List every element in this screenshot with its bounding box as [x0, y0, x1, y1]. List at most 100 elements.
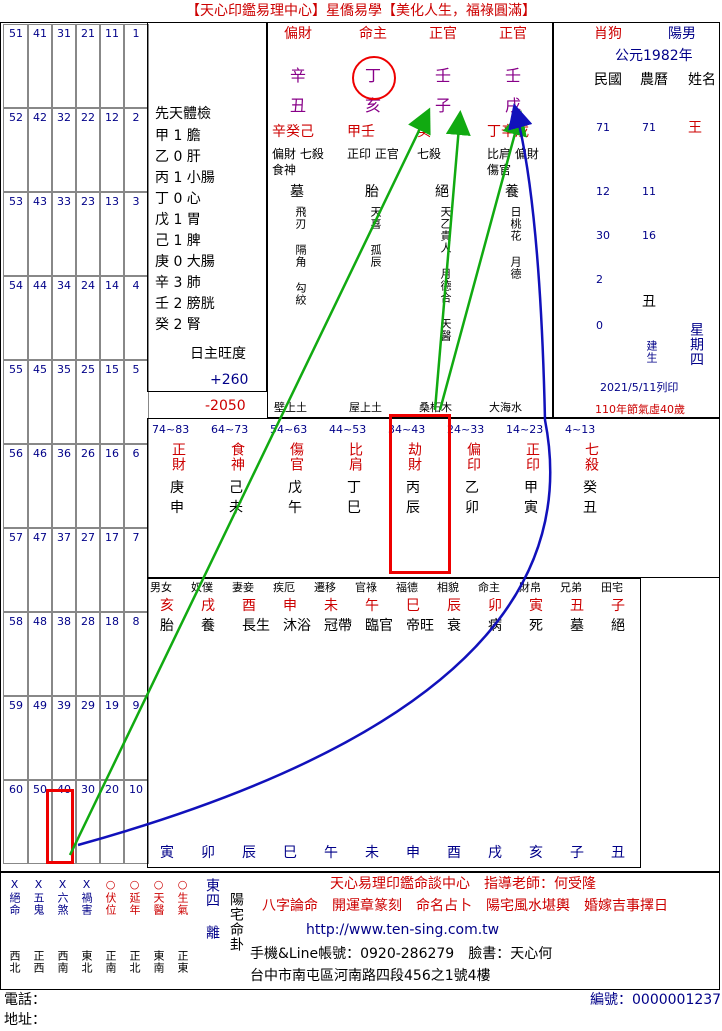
jiazi-cell: 39	[51, 696, 77, 780]
jiazi-cell: 12	[99, 108, 125, 192]
na-yin: 屋上土	[349, 401, 382, 414]
jiazi-cell: 24	[75, 276, 101, 360]
pillar-spirits: 飛刃 隔角 勾絞	[294, 206, 307, 306]
pillar-header: 命主	[359, 26, 387, 42]
bottom-branch: 卯	[201, 845, 215, 861]
addr-label: 地址：	[4, 1012, 46, 1028]
luck-god: 偏印	[465, 442, 481, 472]
jiazi-cell: 33	[51, 192, 77, 276]
growth-stage: 絕	[435, 184, 449, 200]
hidden-stems: 甲壬	[347, 124, 375, 140]
house-direction-place: 正西	[32, 950, 45, 974]
palace-name: 奴僕	[191, 581, 213, 594]
pillar-stem: 辛	[290, 66, 307, 85]
strength-negative: -2050	[205, 398, 246, 414]
bottom-branch: 酉	[447, 845, 461, 861]
house-direction: X絕命	[8, 878, 21, 916]
pillar-header: 正官	[499, 26, 527, 42]
na-yin: 壁上土	[274, 401, 307, 414]
bottom-branch: 申	[406, 845, 420, 861]
gender-label: 陽男	[668, 26, 696, 42]
jiazi-cell: 23	[75, 192, 101, 276]
pillar-spirits: 日桃花 月德	[509, 206, 522, 280]
jiazi-cell: 19	[99, 696, 125, 780]
strength-title: 日主旺度	[190, 346, 246, 362]
luck-branch: 午	[288, 500, 302, 516]
calendar-lunar: 農曆	[640, 72, 668, 88]
footer-url[interactable]: http://www.ten-sing.com.tw	[306, 922, 499, 938]
house-direction: ○伏位	[104, 878, 117, 916]
palace-branch: 寅	[529, 598, 543, 614]
pillar-stem: 壬	[435, 66, 452, 85]
lunar-month: 11	[642, 185, 656, 198]
luck-stem: 己	[229, 480, 243, 496]
palace-name: 田宅	[601, 581, 623, 594]
name-label: 姓名	[688, 72, 716, 88]
jiazi-cell: 3	[123, 192, 149, 276]
house-direction-place: 正北	[128, 950, 141, 974]
jiazi-cell: 51	[3, 24, 29, 108]
house-direction: X禍害	[80, 878, 93, 916]
luck-god: 食神	[229, 442, 245, 472]
jiazi-cell: 44	[27, 276, 53, 360]
palace-state: 墓	[570, 618, 584, 634]
jiazi-cell: 10	[123, 780, 149, 864]
jiazi-cell: 53	[3, 192, 29, 276]
palace-branch: 子	[611, 598, 625, 614]
luck-branch: 巳	[347, 500, 361, 516]
house-gua: 東四 離	[204, 878, 220, 940]
house-direction: X六煞	[56, 878, 69, 916]
luck-stem: 庚	[170, 480, 184, 496]
house-direction-place: 正東	[176, 950, 189, 974]
age-highlight-box	[46, 789, 74, 864]
palace-state: 胎	[160, 618, 174, 634]
bottom-branch: 辰	[242, 845, 256, 861]
jiazi-cell: 5	[123, 360, 149, 444]
jiazi-cell: 29	[75, 696, 101, 780]
luck-age: 54~63	[270, 423, 308, 436]
weekday: 星期四	[688, 322, 704, 367]
luck-god: 七殺	[583, 442, 599, 472]
jiazi-cell: 28	[75, 612, 101, 696]
palace-name: 命主	[478, 581, 500, 594]
pillar-spirits: 天乙貴人 月德合 天醫	[439, 206, 452, 342]
jiazi-cell: 15	[99, 360, 125, 444]
luck-god: 正財	[170, 442, 186, 472]
luck-branch: 丑	[583, 500, 597, 516]
growth-stage: 胎	[365, 184, 379, 200]
jiazi-cell: 7	[123, 528, 149, 612]
jiazi-cell: 55	[3, 360, 29, 444]
luck-highlight-box	[389, 414, 451, 574]
tel-label: 電話：	[4, 992, 46, 1008]
jiazi-cell: 25	[75, 360, 101, 444]
body-check-item: 丁 0 心	[155, 191, 201, 207]
palace-name: 財帛	[519, 581, 541, 594]
luck-age: 44~53	[329, 423, 367, 436]
serial-number: 編號：0000001237	[590, 992, 722, 1008]
house-direction-place: 正南	[104, 950, 117, 974]
luck-stem: 癸	[583, 480, 597, 496]
palace-name: 男女	[150, 581, 172, 594]
page-title: 【天心印鑑易理中心】星僑易學【美化人生，福祿圓滿】	[186, 3, 536, 19]
house-direction-place: 東北	[80, 950, 93, 974]
jiazi-cell: 18	[99, 612, 125, 696]
luck-age: 64~73	[211, 423, 249, 436]
roc-year: 71	[596, 121, 610, 134]
jiazi-cell: 46	[27, 444, 53, 528]
jiazi-cell: 49	[27, 696, 53, 780]
palace-branch: 戌	[201, 598, 215, 614]
bottom-branch: 丑	[611, 845, 625, 861]
body-check-item: 辛 3 肺	[155, 275, 201, 291]
person-name: 王	[688, 120, 702, 136]
luck-god: 正印	[524, 442, 540, 472]
palace-branch: 午	[365, 598, 379, 614]
growth-stage: 養	[505, 184, 519, 200]
jiazi-cell: 16	[99, 444, 125, 528]
palace-branch: 申	[283, 598, 297, 614]
luck-branch: 寅	[524, 500, 538, 516]
house-direction: X五鬼	[32, 878, 45, 916]
roc-day: 30	[596, 229, 610, 242]
luck-stem: 戊	[288, 480, 302, 496]
jiazi-cell: 13	[99, 192, 125, 276]
palace-name: 福德	[396, 581, 418, 594]
